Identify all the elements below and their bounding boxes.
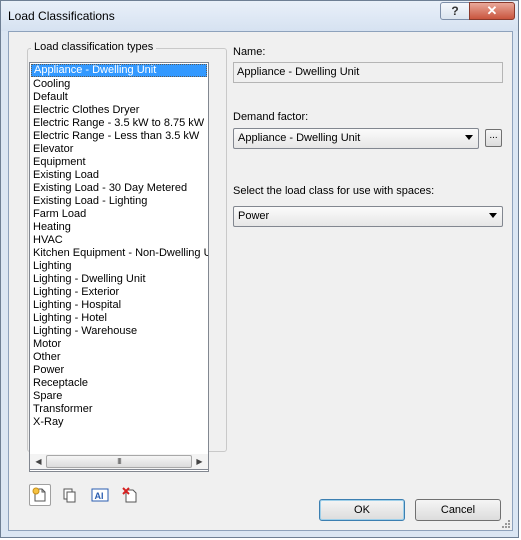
list-item[interactable]: Default bbox=[30, 91, 208, 104]
dialog-window: Load Classifications ? ✕ Load classifica… bbox=[0, 0, 519, 538]
list-item[interactable]: Electric Range - 3.5 kW to 8.75 kW bbox=[30, 117, 208, 130]
chevron-down-icon bbox=[489, 213, 497, 218]
name-field[interactable]: Appliance - Dwelling Unit bbox=[233, 62, 503, 83]
duplicate-type-button[interactable] bbox=[59, 484, 81, 506]
list-item[interactable]: Electric Clothes Dryer bbox=[30, 104, 208, 117]
list-toolbar: AI bbox=[29, 484, 141, 506]
list-item[interactable]: Existing Load - 30 Day Metered bbox=[30, 182, 208, 195]
rename-icon: AI bbox=[91, 488, 109, 502]
help-button[interactable]: ? bbox=[440, 2, 470, 20]
list-item[interactable]: HVAC bbox=[30, 234, 208, 247]
list-item[interactable]: Lighting - Hotel bbox=[30, 312, 208, 325]
list-item[interactable]: Heating bbox=[30, 221, 208, 234]
chevron-down-icon bbox=[465, 135, 473, 140]
resize-grip-icon[interactable] bbox=[500, 518, 510, 528]
svg-text:AI: AI bbox=[95, 491, 104, 501]
scroll-right-icon[interactable]: ▶ bbox=[193, 455, 206, 468]
list-item[interactable]: Lighting - Dwelling Unit bbox=[30, 273, 208, 286]
list-item[interactable]: Electric Range - Less than 3.5 kW bbox=[30, 130, 208, 143]
window-title: Load Classifications bbox=[8, 9, 115, 23]
list-item[interactable]: Lighting - Hospital bbox=[30, 299, 208, 312]
list-item[interactable]: Transformer bbox=[30, 403, 208, 416]
list-item[interactable]: Cooling bbox=[30, 78, 208, 91]
scroll-left-icon[interactable]: ◀ bbox=[32, 455, 45, 468]
rename-type-button[interactable]: AI bbox=[89, 484, 111, 506]
list-item[interactable]: Equipment bbox=[30, 156, 208, 169]
scroll-thumb[interactable]: III bbox=[46, 455, 192, 468]
list-item[interactable]: Lighting - Warehouse bbox=[30, 325, 208, 338]
listbox-horizontal-scrollbar[interactable]: ◀ III ▶ bbox=[29, 454, 209, 470]
list-item[interactable]: Lighting - Exterior bbox=[30, 286, 208, 299]
list-item[interactable]: Spare bbox=[30, 390, 208, 403]
list-item[interactable]: Farm Load bbox=[30, 208, 208, 221]
name-label: Name: bbox=[233, 46, 266, 58]
delete-type-button[interactable] bbox=[119, 484, 141, 506]
list-item[interactable]: Motor bbox=[30, 338, 208, 351]
load-class-value: Power bbox=[238, 210, 270, 222]
list-item[interactable]: Appliance - Dwelling Unit bbox=[31, 64, 207, 77]
demand-factor-value: Appliance - Dwelling Unit bbox=[238, 132, 361, 144]
list-item[interactable]: Elevator bbox=[30, 143, 208, 156]
dialog-client-area: Load classification types Appliance - Dw… bbox=[8, 31, 513, 531]
list-item[interactable]: Lighting bbox=[30, 260, 208, 273]
list-item[interactable]: Existing Load - Lighting bbox=[30, 195, 208, 208]
delete-icon bbox=[122, 487, 137, 503]
new-type-button[interactable] bbox=[29, 484, 51, 506]
cancel-button[interactable]: Cancel bbox=[415, 499, 501, 521]
load-types-group-title: Load classification types bbox=[31, 41, 157, 53]
close-button[interactable]: ✕ bbox=[469, 2, 515, 20]
list-item[interactable]: X-Ray bbox=[30, 416, 208, 429]
duplicate-icon bbox=[63, 488, 76, 503]
list-item[interactable]: Other bbox=[30, 351, 208, 364]
new-type-icon bbox=[32, 487, 46, 502]
demand-factor-label: Demand factor: bbox=[233, 111, 309, 123]
demand-factor-browse-button[interactable]: ... bbox=[485, 129, 502, 147]
list-item[interactable]: Power bbox=[30, 364, 208, 377]
list-item[interactable]: Receptacle bbox=[30, 377, 208, 390]
list-item[interactable]: Existing Load bbox=[30, 169, 208, 182]
ok-button[interactable]: OK bbox=[319, 499, 405, 521]
title-bar: Load Classifications ? ✕ bbox=[1, 1, 518, 31]
demand-factor-select[interactable]: Appliance - Dwelling Unit bbox=[233, 128, 479, 149]
list-item[interactable]: Kitchen Equipment - Non-Dwelling Unit bbox=[30, 247, 208, 260]
load-types-listbox[interactable]: Appliance - Dwelling Unit Cooling Default E… bbox=[29, 62, 209, 472]
load-class-label: Select the load class for use with space… bbox=[233, 185, 435, 197]
load-class-select[interactable]: Power bbox=[233, 206, 503, 227]
